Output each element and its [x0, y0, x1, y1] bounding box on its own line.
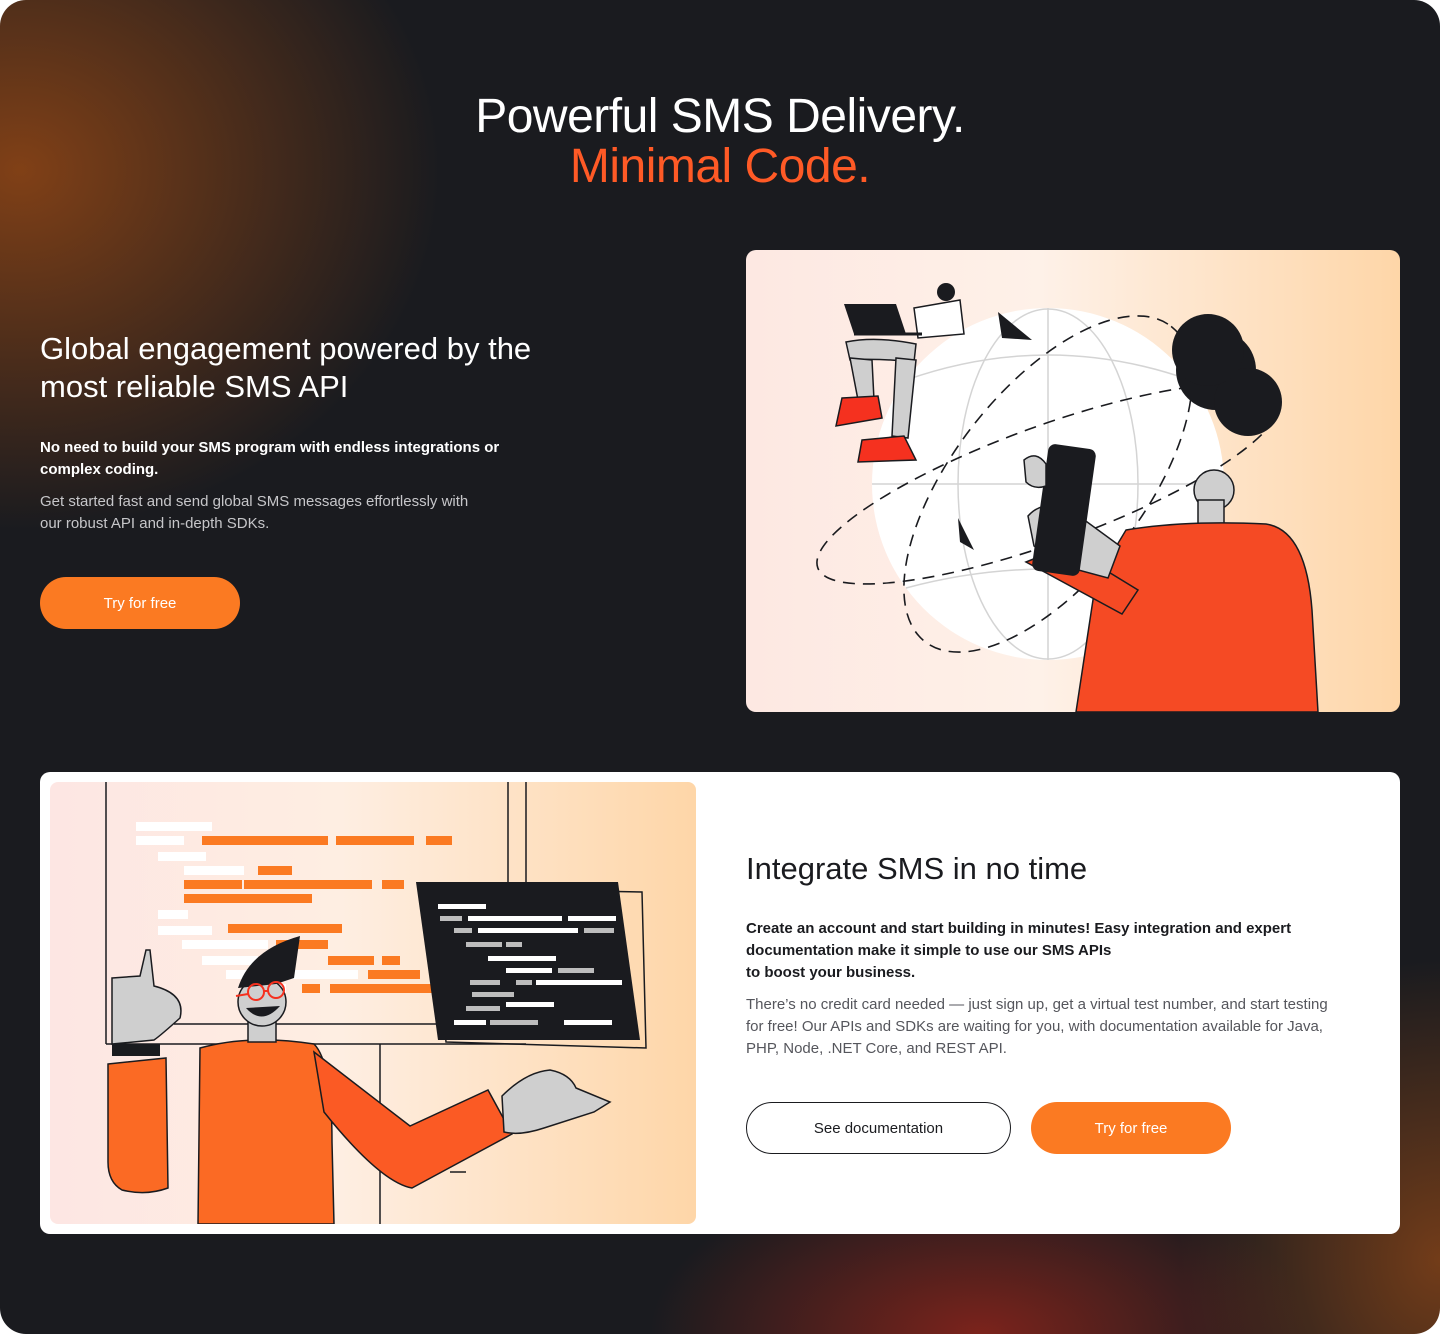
section2-heading: Integrate SMS in no time: [746, 851, 1088, 886]
see-documentation-button[interactable]: See documentation: [746, 1102, 1011, 1154]
section1-body-text: Get started fast and send global SMS mes…: [40, 493, 469, 532]
hero-title-line1: Powerful SMS Delivery.: [475, 90, 965, 143]
global-sms-illustration-graphic: [816, 283, 1319, 712]
try-for-free-button[interactable]: Try for free: [1031, 1102, 1231, 1154]
see-documentation-button-label: See documentation: [813, 1119, 944, 1137]
section2-lead-line: to boost your business.: [746, 964, 916, 981]
developer-illustration: [50, 782, 696, 1224]
section2-lead-line: Create an account and start building in …: [746, 920, 1292, 937]
try-for-free-button[interactable]: Try for free: [40, 577, 240, 629]
section1-lead-text: No need to build your SMS program with e…: [40, 439, 500, 478]
global-sms-illustration: [746, 250, 1400, 712]
page: Powerful SMS Delivery. Minimal Code. Glo…: [0, 0, 1440, 1334]
try-for-free-button-label: Try for free: [103, 594, 177, 612]
section2-lead-line: documentation make it simple to use our …: [746, 942, 1112, 959]
section1-heading: Global engagement powered by the most re…: [40, 331, 532, 404]
section2-lead-text: Create an account and start building in …: [746, 918, 1346, 984]
section2-body-text: There’s no credit card needed — just sig…: [746, 996, 1328, 1057]
hero-title: Powerful SMS Delivery. Minimal Code.: [0, 92, 1440, 192]
try-for-free-button-label: Try for free: [1094, 1119, 1168, 1137]
hero-title-highlight: Minimal Code.: [569, 140, 871, 193]
integration-card: Integrate SMS in no time Create an accou…: [40, 772, 1400, 1234]
developer-illustration-graphic: [105, 782, 647, 1224]
